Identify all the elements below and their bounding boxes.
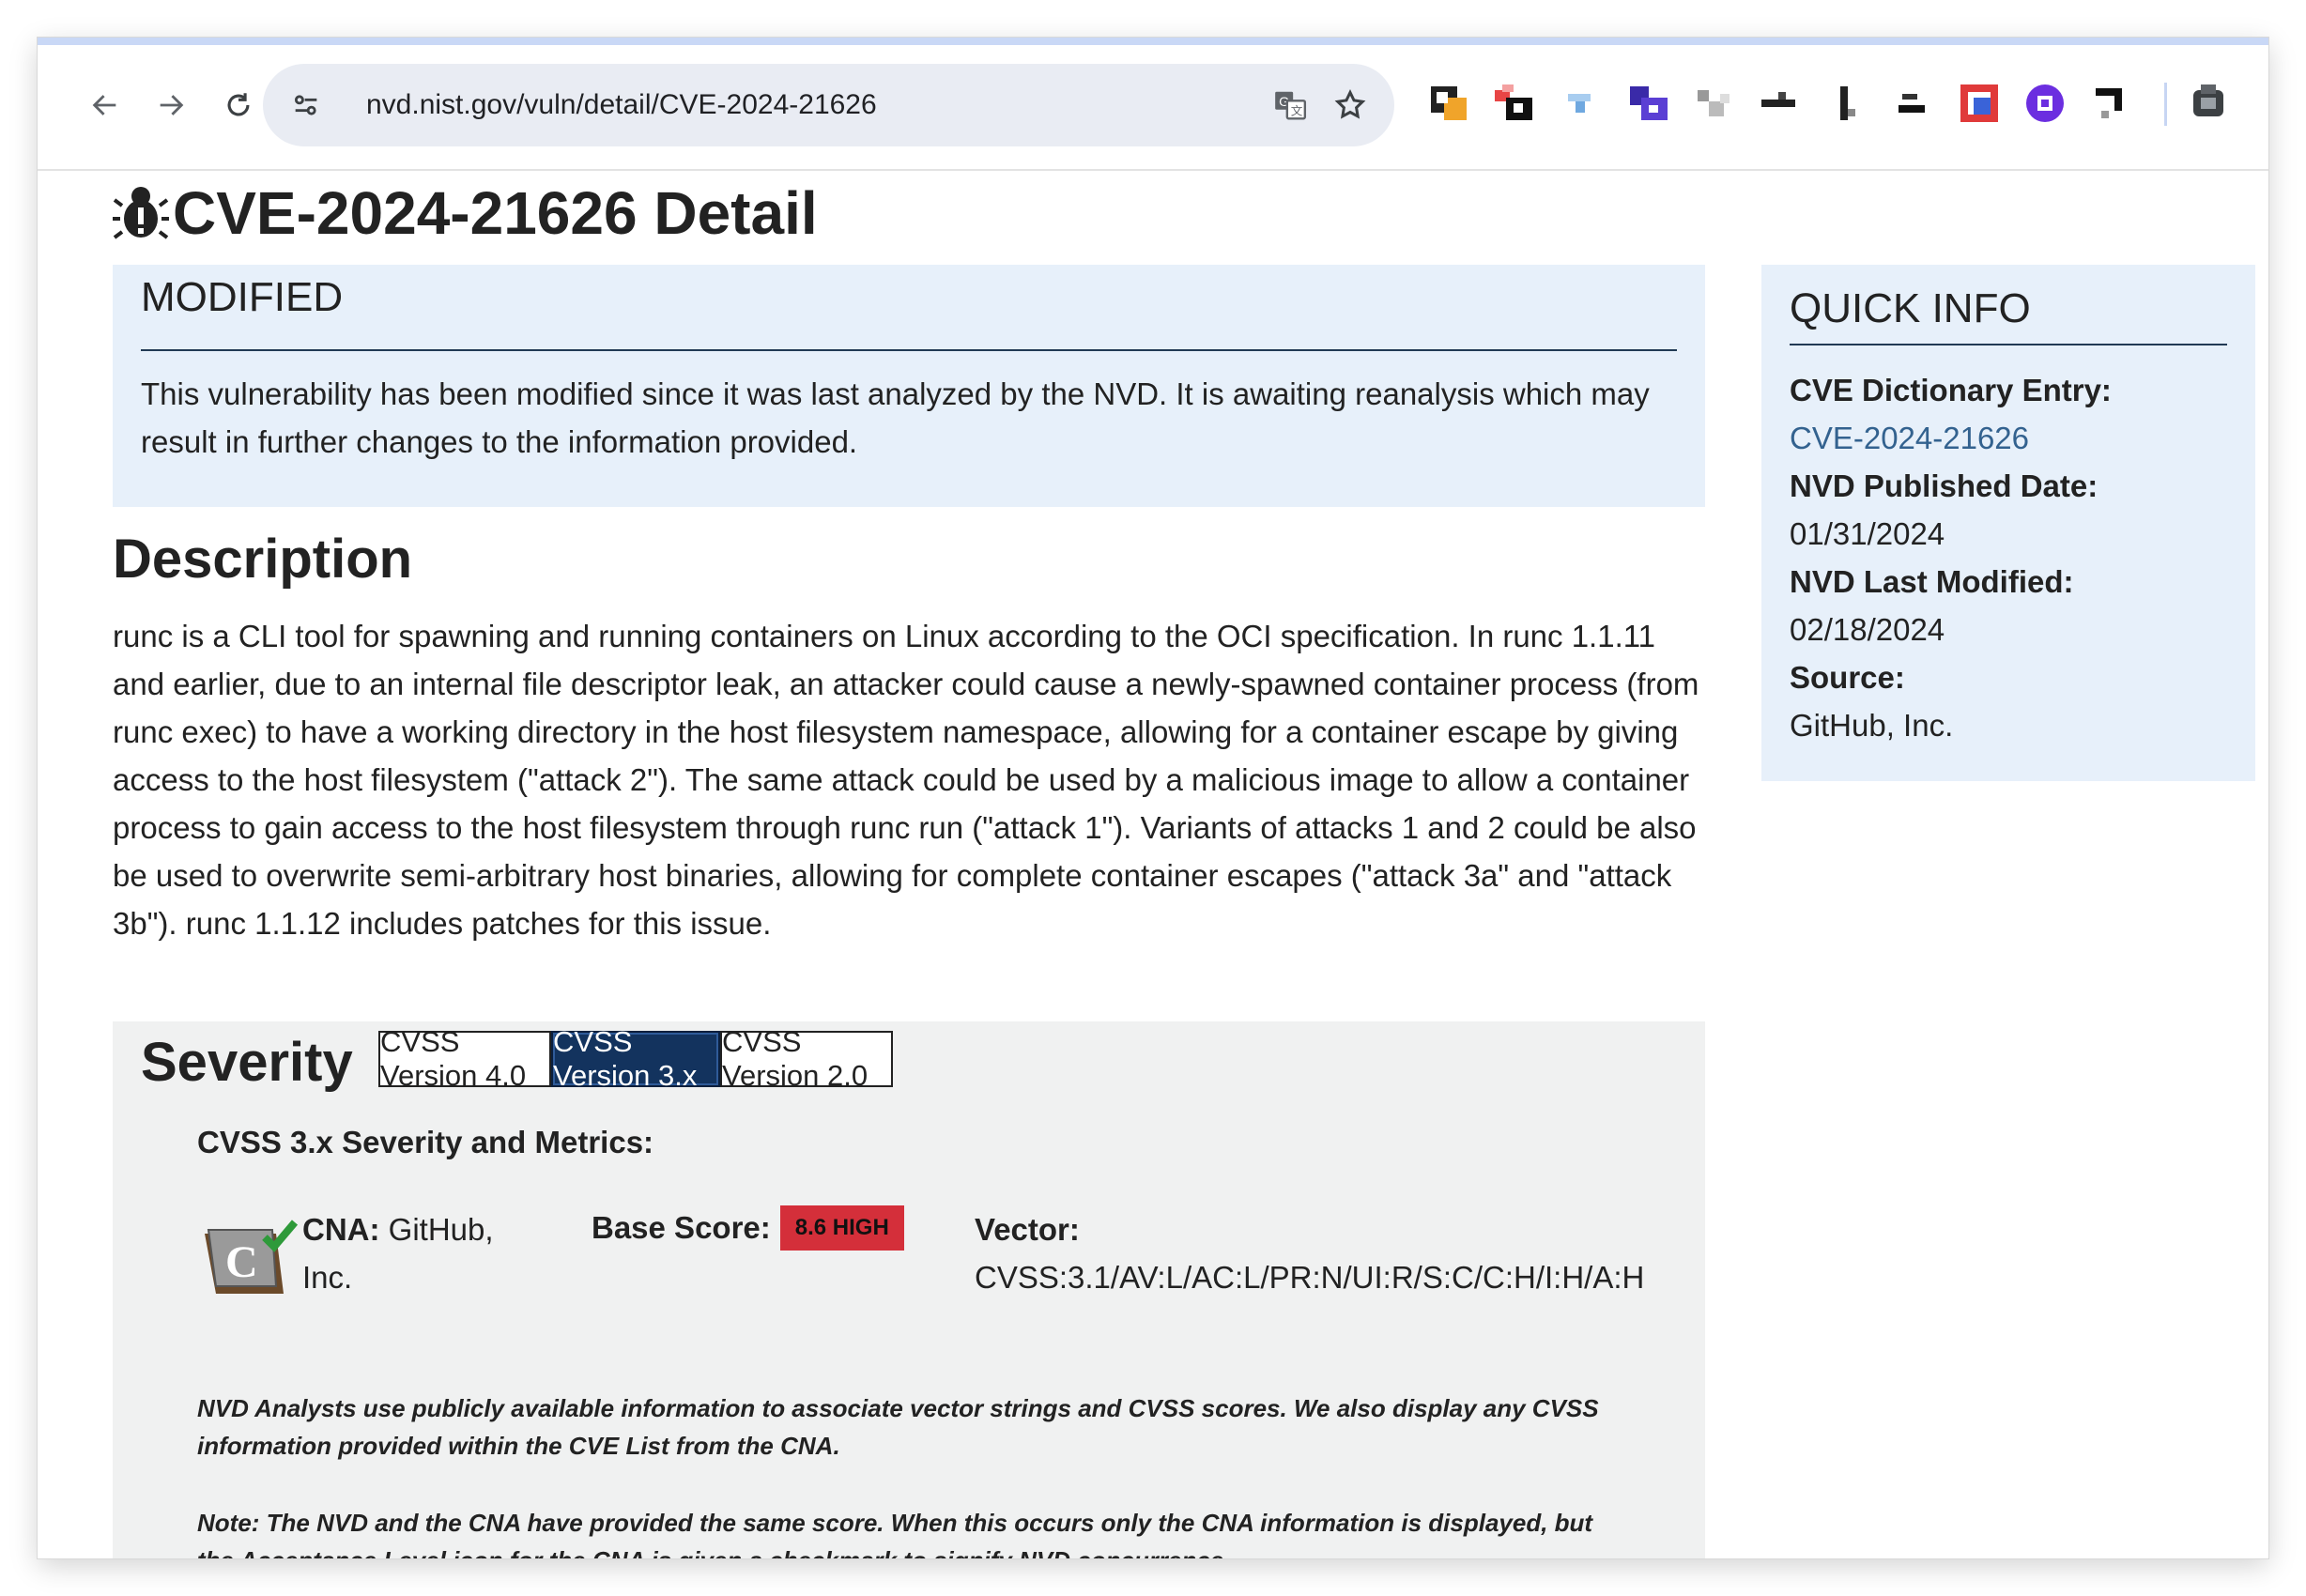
quick-info-list: CVE Dictionary Entry: CVE-2024-21626 NVD…: [1790, 366, 2240, 749]
last-modified-value: 02/18/2024: [1790, 612, 1945, 647]
extension-1-icon[interactable]: [1425, 79, 1474, 128]
description-text: runc is a CLI tool for spawning and runn…: [113, 619, 1699, 941]
cve-entry-label: CVE Dictionary Entry:: [1790, 373, 2112, 407]
published-date-value: 01/31/2024: [1790, 516, 1945, 551]
cna-label: CNA:: [302, 1212, 380, 1247]
severity-section: Severity CVSS Version 4.0 CVSS Version 3…: [113, 1021, 1705, 1558]
divider: [141, 349, 1677, 351]
concurrence-note: Note: The NVD and the CNA have provided …: [197, 1509, 1593, 1558]
extension-7-icon[interactable]: [1822, 79, 1870, 128]
last-modified-label: NVD Last Modified:: [1790, 564, 2074, 599]
site-settings-icon[interactable]: [282, 81, 331, 130]
cna-acceptance-icon: C: [201, 1219, 299, 1303]
extension-8-icon[interactable]: [1887, 79, 1936, 128]
tab-cvss-3x[interactable]: CVSS Version 3.x: [551, 1025, 720, 1092]
svg-text:C: C: [225, 1237, 258, 1287]
translate-icon[interactable]: G文: [1268, 83, 1313, 128]
modified-notice: MODIFIED This vulnerability has been mod…: [113, 265, 1705, 507]
address-bar[interactable]: nvd.nist.gov/vuln/detail/CVE-2024-21626 …: [263, 64, 1394, 146]
vector-value: CVSS:3.1/AV:L/AC:L/PR:N/UI:R/S:C/C:H/I:H…: [975, 1260, 1645, 1295]
extension-6-icon[interactable]: [1756, 79, 1805, 128]
cna-block: CNA: GitHub, Inc.: [302, 1205, 500, 1301]
base-score-label: Base Score:: [592, 1210, 771, 1245]
source-value: GitHub, Inc.: [1790, 708, 1954, 743]
bug-alert-icon: [113, 183, 169, 243]
tab-cvss-2[interactable]: CVSS Version 2.0: [720, 1025, 893, 1092]
base-score-block: Base Score: 8.6 HIGH: [592, 1205, 904, 1251]
bookmark-star-icon[interactable]: [1328, 83, 1373, 128]
tab-cvss-4[interactable]: CVSS Version 4.0: [378, 1025, 551, 1092]
quick-info-panel: QUICK INFO CVE Dictionary Entry: CVE-202…: [1761, 265, 2255, 781]
extension-12-icon[interactable]: [2184, 79, 2233, 128]
extension-2-icon[interactable]: [1491, 79, 1540, 128]
browser-toolbar: nvd.nist.gov/vuln/detail/CVE-2024-21626 …: [38, 45, 2268, 171]
page-title: CVE-2024-21626 Detail: [113, 171, 818, 255]
extension-9-icon[interactable]: [1955, 79, 2004, 128]
analyst-note: NVD Analysts use publicly available info…: [197, 1394, 1599, 1460]
quick-info-title: QUICK INFO: [1790, 285, 2031, 331]
description-heading: Description: [113, 529, 413, 590]
back-arrow-icon[interactable]: [79, 79, 131, 131]
source-label: Source:: [1790, 660, 1905, 695]
extension-5-icon[interactable]: [1690, 79, 1739, 128]
url-text[interactable]: nvd.nist.gov/vuln/detail/CVE-2024-21626: [366, 64, 877, 146]
modified-title: MODIFIED: [141, 274, 344, 320]
cve-entry-link[interactable]: CVE-2024-21626: [1790, 421, 2029, 455]
browser-window: nvd.nist.gov/vuln/detail/CVE-2024-21626 …: [38, 38, 2268, 1558]
vector-label: Vector:: [975, 1212, 1080, 1247]
cvss-version-tabs: CVSS Version 4.0 CVSS Version 3.x CVSS V…: [378, 1025, 893, 1092]
window-top-strip: [38, 38, 2268, 45]
modified-text: This vulnerability has been modified sin…: [141, 376, 1650, 459]
extension-3-icon[interactable]: [1557, 79, 1606, 128]
forward-arrow-icon[interactable]: [145, 79, 197, 131]
published-date-label: NVD Published Date:: [1790, 468, 2098, 503]
page-content: CVE-2024-21626 Detail MODIFIED This vuln…: [38, 171, 2268, 1558]
divider: [1790, 344, 2227, 345]
vector-block: Vector: CVSS:3.1/AV:L/AC:L/PR:N/UI:R/S:C…: [975, 1205, 1644, 1301]
reload-icon[interactable]: [212, 79, 265, 131]
severity-heading: Severity: [141, 1032, 353, 1093]
toolbar-separator: [2164, 83, 2167, 126]
base-score-badge[interactable]: 8.6 HIGH: [779, 1205, 904, 1251]
page-title-text: CVE-2024-21626 Detail: [173, 179, 818, 247]
extension-10-icon[interactable]: [2021, 79, 2069, 128]
metrics-heading: CVSS 3.x Severity and Metrics:: [197, 1125, 654, 1159]
extension-11-icon[interactable]: [2086, 79, 2135, 128]
extension-4-icon[interactable]: [1624, 79, 1673, 128]
svg-text:文: 文: [1291, 104, 1303, 117]
